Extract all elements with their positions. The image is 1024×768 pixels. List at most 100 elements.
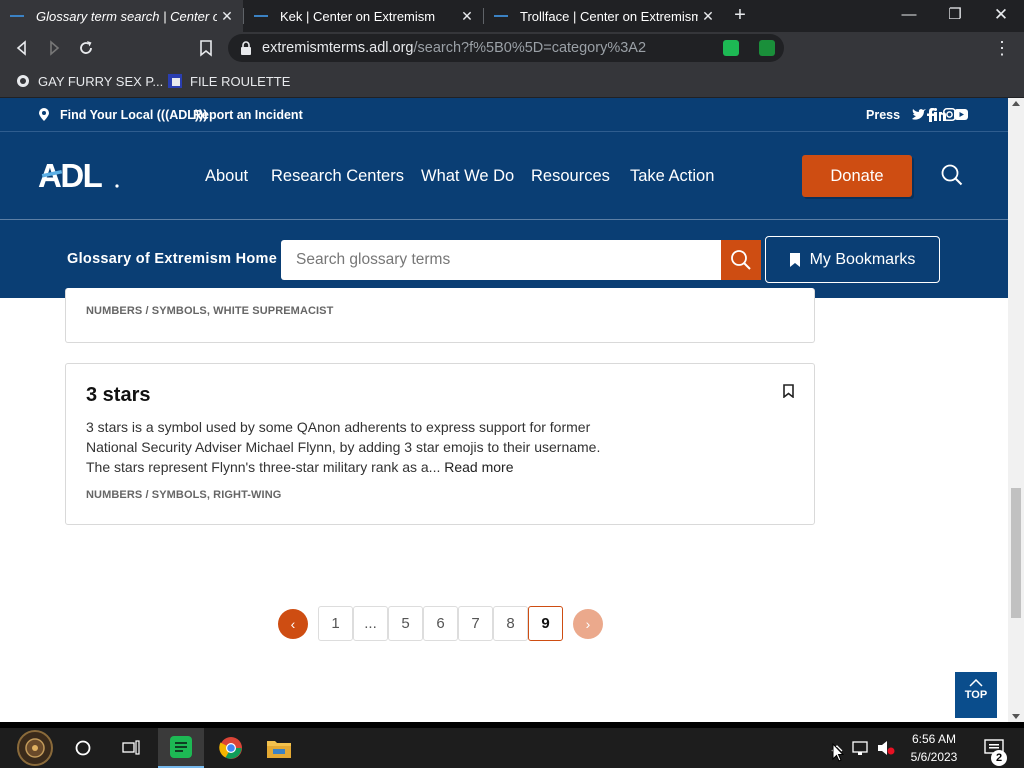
new-tab-button[interactable]: + <box>730 4 750 28</box>
term-description: 3 stars is a symbol used by some QAnon a… <box>86 417 626 477</box>
page-scrollbar[interactable] <box>1008 98 1024 722</box>
tab-trollface[interactable]: Trollface | Center on Extremism ✕ <box>484 0 724 32</box>
chrome-icon <box>219 737 242 759</box>
report-incident-link[interactable]: Report an Incident <box>193 98 303 132</box>
start-button[interactable] <box>10 728 60 768</box>
bookmark-item[interactable]: FILE ROULETTE <box>168 64 290 98</box>
cortana-icon <box>75 740 91 756</box>
app-sheets-button[interactable] <box>158 728 204 768</box>
bookmark-icon <box>789 252 800 267</box>
app-chrome-button[interactable] <box>208 728 254 768</box>
term-categories: NUMBERS / SYMBOLS, WHITE SUPREMACIST <box>86 305 334 317</box>
scroll-down-arrow[interactable] <box>1012 714 1020 719</box>
page-link[interactable]: 1 <box>318 606 353 641</box>
adl-favicon-icon <box>10 13 24 19</box>
tab-title: Trollface | Center on Extremism <box>520 8 698 24</box>
web-page: Find Your Local (((ADL))) Report an Inci… <box>0 98 1008 722</box>
app-explorer-button[interactable] <box>256 728 302 768</box>
lock-icon <box>241 41 251 55</box>
glossary-search-button[interactable] <box>721 240 761 280</box>
find-local-link[interactable]: Find Your Local (((ADL))) <box>60 98 207 132</box>
next-page-button[interactable]: › <box>573 609 603 639</box>
task-view-icon <box>122 740 140 755</box>
search-icon[interactable] <box>941 164 963 186</box>
network-icon <box>852 741 868 755</box>
file-roulette-icon <box>168 74 182 88</box>
reload-icon <box>80 41 92 54</box>
tab-title: Kek | Center on Extremism <box>280 8 436 24</box>
bookmarks-bar: GAY FURRY SEX P... FILE ROULETTE <box>0 64 1024 98</box>
clock-time: 6:56 AM <box>911 732 957 746</box>
nav-research-centers[interactable]: Research Centers <box>271 132 404 220</box>
volume-tray-button[interactable] <box>874 728 898 768</box>
donate-button[interactable]: Donate <box>802 155 912 197</box>
press-link[interactable]: Press <box>866 98 900 132</box>
youtube-icon[interactable] <box>954 109 968 120</box>
glossary-search-bar: Glossary of Extremism Home My Bookmarks <box>0 220 1008 298</box>
adl-logo[interactable]: ADL <box>38 158 122 192</box>
read-more-link[interactable]: Read more <box>444 459 513 475</box>
nav-take-action[interactable]: Take Action <box>630 132 714 220</box>
pagination: ‹ 1 ... 5 6 7 8 9 › <box>0 606 1008 642</box>
close-tab-icon[interactable]: ✕ <box>698 8 718 25</box>
close-tab-icon[interactable]: ✕ <box>217 8 237 25</box>
page-link[interactable]: 6 <box>423 606 458 641</box>
close-tab-icon[interactable]: ✕ <box>457 8 477 25</box>
search-button[interactable] <box>60 728 106 768</box>
previous-page-button[interactable]: ‹ <box>278 609 308 639</box>
twitter-icon[interactable] <box>912 109 926 121</box>
back-to-top-button[interactable]: TOP <box>955 672 997 718</box>
url-text: extremismterms.adl.org/search?f%5B0%5D=c… <box>262 34 646 62</box>
close-window-button[interactable]: ✕ <box>978 0 1024 32</box>
back-button[interactable] <box>10 36 34 60</box>
bookmark-label: GAY FURRY SEX P... <box>38 73 164 89</box>
network-tray-button[interactable] <box>848 728 874 768</box>
page-link[interactable]: 8 <box>493 606 528 641</box>
bookmark-label: FILE ROULETTE <box>190 73 291 89</box>
my-bookmarks-button[interactable]: My Bookmarks <box>765 236 940 283</box>
notification-count-badge: 2 <box>991 750 1007 766</box>
main-nav: ADL About Research Centers What We Do Re… <box>0 132 1008 220</box>
folder-icon <box>267 741 291 758</box>
forward-button[interactable] <box>42 36 66 60</box>
globe-icon <box>17 75 29 87</box>
url-path: /search?f%5B0%5D=category%3A2 <box>413 40 647 56</box>
restore-button[interactable]: ❐ <box>932 0 978 32</box>
utility-bar: Find Your Local (((ADL))) Report an Inci… <box>0 98 1008 132</box>
page-ellipsis: ... <box>353 606 388 641</box>
reload-button[interactable] <box>74 36 98 60</box>
term-title[interactable]: 3 stars <box>86 384 151 407</box>
chevron-up-icon <box>969 679 983 687</box>
term-categories: NUMBERS / SYMBOLS, RIGHT-WING <box>86 489 282 501</box>
system-clock[interactable]: 6:56 AM 5/6/2023 <box>898 730 970 766</box>
bookmark-icon <box>200 40 212 57</box>
nav-resources[interactable]: Resources <box>531 132 610 220</box>
nav-about[interactable]: About <box>205 132 248 220</box>
bookmark-page-button[interactable] <box>194 36 218 60</box>
address-bar[interactable]: extremismterms.adl.org/search?f%5B0%5D=c… <box>228 34 784 62</box>
shield-icon[interactable] <box>759 40 775 56</box>
scrollbar-thumb[interactable] <box>1011 488 1021 618</box>
bookmark-icon[interactable] <box>783 384 794 398</box>
sheets-extension-icon[interactable] <box>723 40 739 56</box>
tab-kek[interactable]: Kek | Center on Extremism ✕ <box>244 0 483 32</box>
adl-favicon-icon <box>254 13 268 19</box>
task-view-button[interactable] <box>108 728 154 768</box>
nav-what-we-do[interactable]: What We Do <box>421 132 514 220</box>
description-text: 3 stars is a symbol used by some QAnon a… <box>86 419 601 475</box>
page-link[interactable]: 5 <box>388 606 423 641</box>
bookmark-item[interactable]: GAY FURRY SEX P... <box>16 64 163 98</box>
browser-menu-button[interactable]: ⋮ <box>990 36 1014 60</box>
minimize-button[interactable]: — <box>886 0 932 32</box>
glossary-search-input[interactable] <box>281 240 721 280</box>
glossary-home-link[interactable]: Glossary of Extremism Home <box>67 220 277 298</box>
volume-muted-icon <box>878 741 895 755</box>
windows-taskbar: 2 <box>0 728 1024 768</box>
tab-title: Glossary term search | Center o <box>36 8 217 24</box>
start-orb-icon <box>17 730 53 766</box>
current-page[interactable]: 9 <box>528 606 563 641</box>
tab-glossary-search[interactable]: Glossary term search | Center o ✕ <box>0 0 243 32</box>
page-link[interactable]: 7 <box>458 606 493 641</box>
search-icon <box>731 250 751 270</box>
scroll-up-arrow[interactable] <box>1012 101 1020 106</box>
